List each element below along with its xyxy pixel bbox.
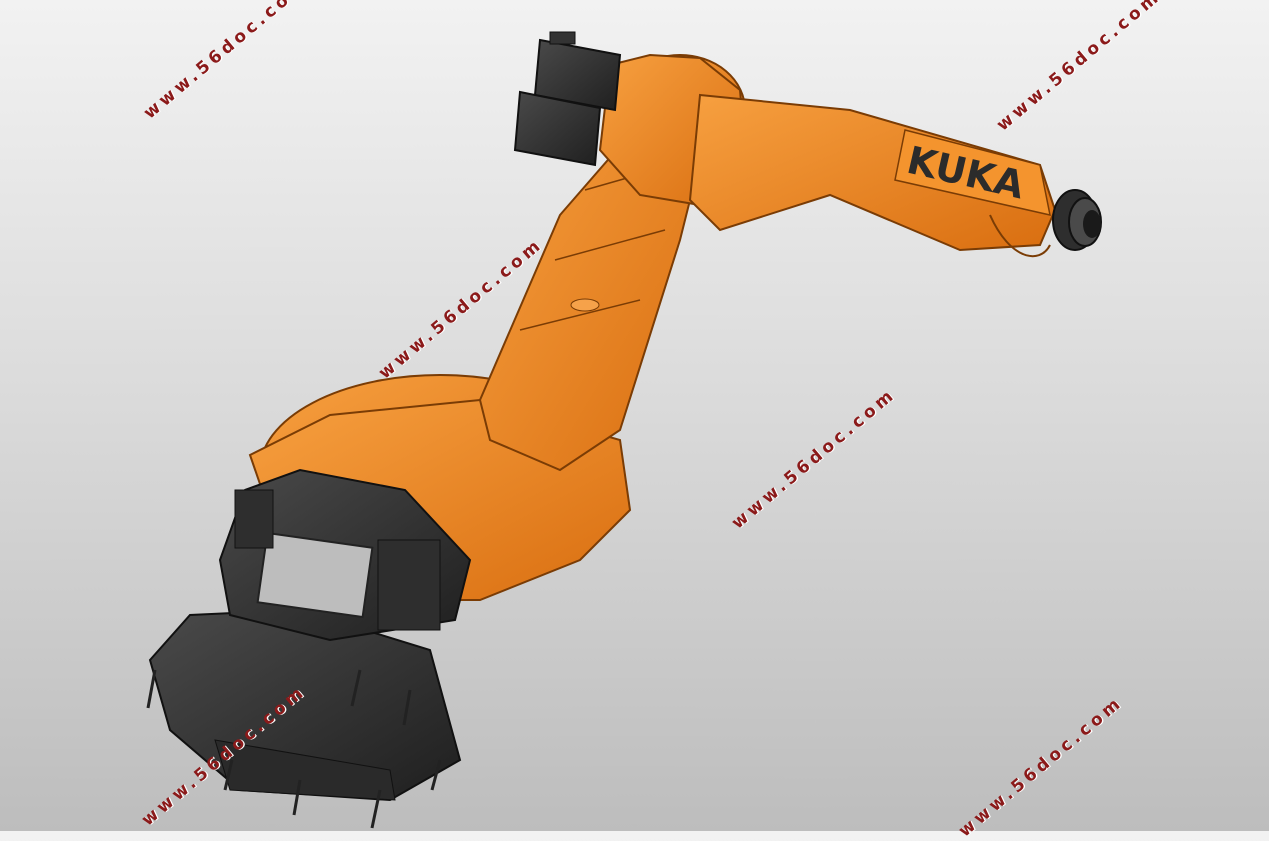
robot-arm-model: KUKA <box>146 31 1102 829</box>
robot-base <box>146 608 462 829</box>
